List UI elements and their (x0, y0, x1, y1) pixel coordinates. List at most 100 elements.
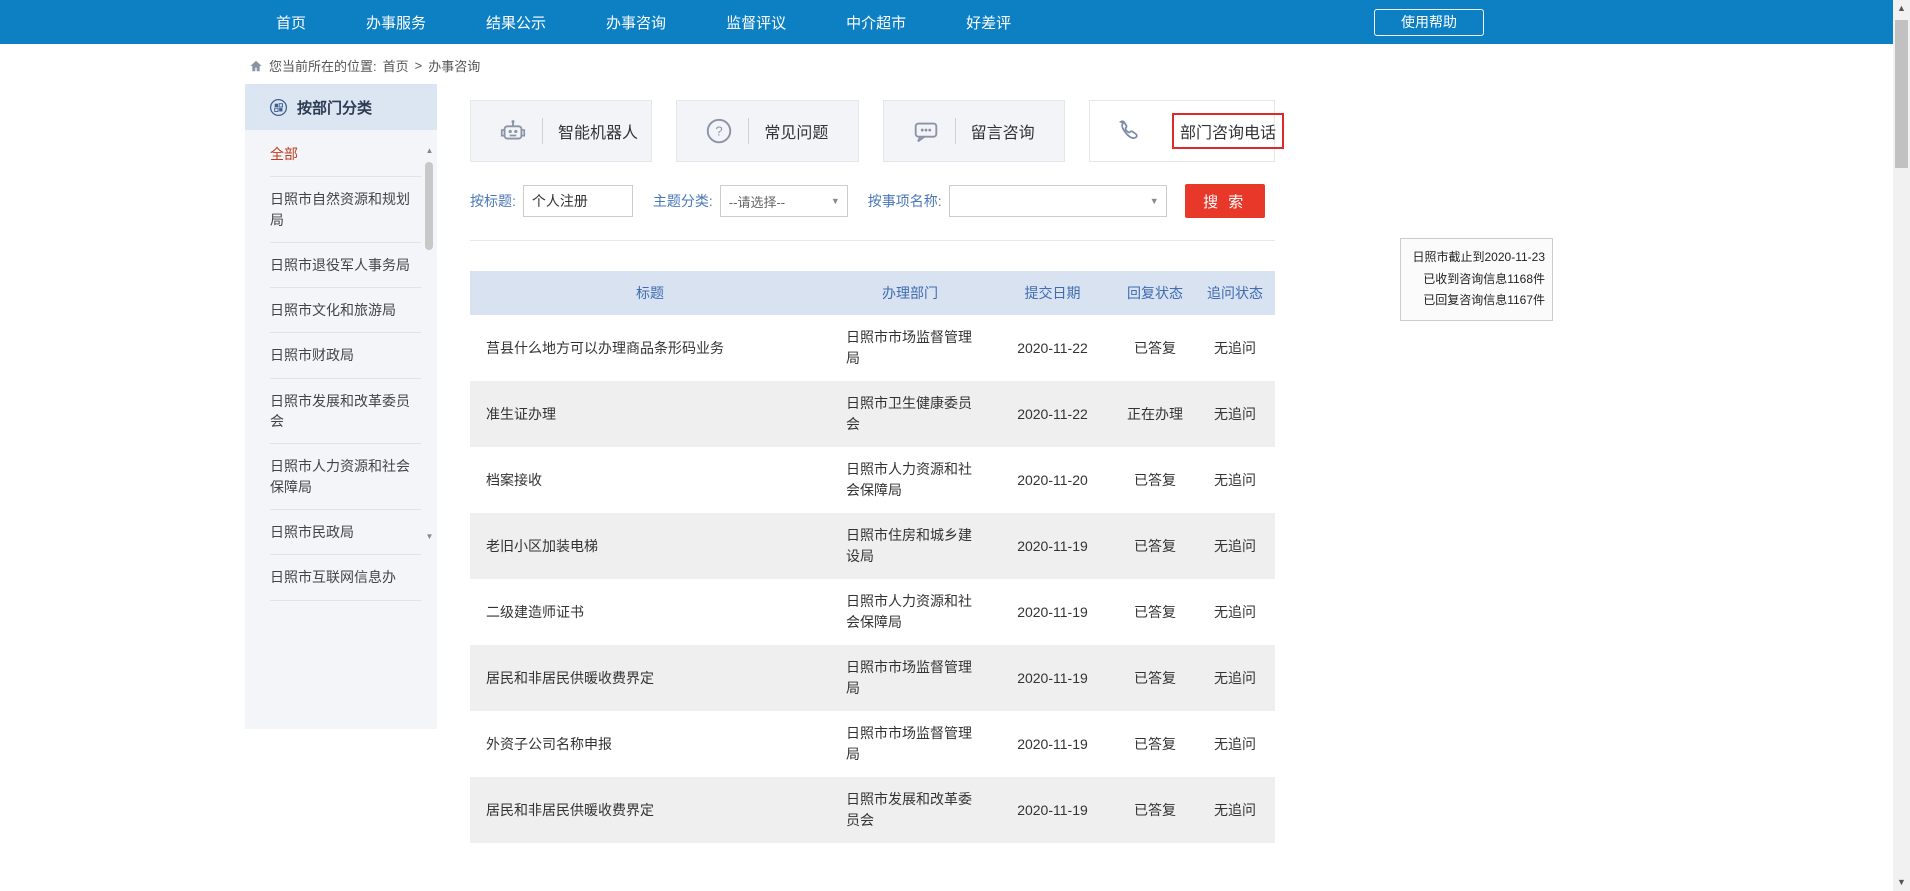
reply-status-cell: 已答复 (1115, 513, 1195, 579)
stats-line: 已收到咨询信息1168件 (1408, 269, 1545, 291)
department-cell: 日照市市场监督管理局 (830, 645, 990, 711)
title-cell[interactable]: 准生证办理 (470, 381, 830, 447)
table-row[interactable]: 外资子公司名称申报日照市市场监督管理局2020-11-19已答复无追问 (470, 711, 1275, 777)
department-cell: 日照市发展和改革委员会 (830, 777, 990, 843)
sidebar-scrollbar: ▲ ▼ (424, 146, 435, 542)
nav-item[interactable]: 监督评议 (726, 12, 786, 33)
table-row[interactable]: 准生证办理日照市卫生健康委员会2020-11-22正在办理无追问 (470, 381, 1275, 447)
column-header: 回复状态 (1115, 271, 1195, 315)
item-name-select[interactable]: ▼ (949, 185, 1167, 217)
title-cell[interactable]: 居民和非居民供暖收费界定 (470, 645, 830, 711)
reply-status-cell: 已答复 (1115, 447, 1195, 513)
reply-status-cell: 正在办理 (1115, 381, 1195, 447)
nav-items: 首页 办事服务 结果公示 办事咨询 监督评议 中介超市 好差评 (276, 12, 1071, 33)
topic-select-value: --请选择-- (729, 192, 785, 211)
column-header: 追问状态 (1195, 271, 1275, 315)
sidebar-item[interactable]: 全部 (270, 132, 421, 177)
table-row[interactable]: 二级建造师证书日照市人力资源和社会保障局2020-11-19已答复无追问 (470, 579, 1275, 645)
department-cell: 日照市人力资源和社会保障局 (830, 579, 990, 645)
date-cell: 2020-11-22 (990, 315, 1115, 381)
sidebar-item[interactable]: 日照市发展和改革委员会 (270, 379, 421, 445)
reply-status-cell: 已答复 (1115, 645, 1195, 711)
sidebar-header: 按部门分类 (245, 84, 437, 130)
table-row[interactable]: 莒县什么地方可以办理商品条形码业务日照市市场监督管理局2020-11-22已答复… (470, 315, 1275, 381)
sidebar-item[interactable]: 日照市互联网信息办 (270, 555, 421, 600)
tab-department-phone[interactable]: 部门咨询电话 (1089, 100, 1275, 162)
chevron-down-icon: ▼ (1143, 196, 1166, 206)
topic-category-label: 主题分类: (653, 191, 713, 211)
page-scroll-thumb[interactable] (1895, 20, 1908, 168)
breadcrumb-separator: > (415, 58, 423, 73)
sidebar-list: 全部日照市自然资源和规划局日照市退役军人事务局日照市文化和旅游局日照市财政局日照… (245, 130, 437, 601)
title-cell[interactable]: 二级建造师证书 (470, 579, 830, 645)
sidebar-scroll-thumb[interactable] (425, 162, 433, 250)
column-header: 提交日期 (990, 271, 1115, 315)
followup-status-cell: 无追问 (1195, 711, 1275, 777)
breadcrumb-current: 办事咨询 (428, 56, 480, 75)
consult-tabs: 智能机器人 ? 常见问题 (470, 100, 1275, 162)
nav-item[interactable]: 结果公示 (486, 12, 546, 33)
sidebar-item[interactable]: 日照市财政局 (270, 333, 421, 378)
nav-item[interactable]: 首页 (276, 12, 306, 33)
message-icon (910, 115, 942, 147)
tab-smart-robot[interactable]: 智能机器人 (470, 100, 652, 162)
reply-status-cell: 已答复 (1115, 777, 1195, 843)
sidebar-title: 按部门分类 (297, 97, 372, 118)
home-icon (249, 59, 263, 73)
main-panel: 智能机器人 ? 常见问题 (470, 84, 1275, 843)
nav-item[interactable]: 中介超市 (846, 12, 906, 33)
sidebar-item[interactable]: 日照市人力资源和社会保障局 (270, 444, 421, 510)
followup-status-cell: 无追问 (1195, 447, 1275, 513)
svg-text:?: ? (716, 124, 723, 139)
scroll-down-icon[interactable]: ▼ (1893, 874, 1910, 891)
title-cell[interactable]: 档案接收 (470, 447, 830, 513)
date-cell: 2020-11-19 (990, 513, 1115, 579)
breadcrumb-prefix: 您当前所在的位置: (269, 56, 377, 75)
nav-item[interactable]: 好差评 (966, 12, 1011, 33)
table-row[interactable]: 居民和非居民供暖收费界定日照市发展和改革委员会2020-11-19已答复无追问 (470, 777, 1275, 843)
table-row[interactable]: 档案接收日照市人力资源和社会保障局2020-11-20已答复无追问 (470, 447, 1275, 513)
department-cell: 日照市市场监督管理局 (830, 315, 990, 381)
title-cell[interactable]: 老旧小区加装电梯 (470, 513, 830, 579)
table-row[interactable]: 老旧小区加装电梯日照市住房和城乡建设局2020-11-19已答复无追问 (470, 513, 1275, 579)
topic-select[interactable]: --请选择-- ▼ (720, 185, 848, 217)
date-cell: 2020-11-19 (990, 711, 1115, 777)
scroll-up-icon[interactable]: ▲ (424, 146, 435, 156)
tab-label: 常见问题 (764, 119, 828, 143)
stats-line: 日照市截止到2020-11-23 (1408, 247, 1545, 269)
department-cell: 日照市市场监督管理局 (830, 711, 990, 777)
breadcrumb-home-link[interactable]: 首页 (383, 56, 409, 75)
top-navbar: 首页 办事服务 结果公示 办事咨询 监督评议 中介超市 好差评 使用帮助 (0, 0, 1910, 44)
department-sidebar: 按部门分类 全部日照市自然资源和规划局日照市退役军人事务局日照市文化和旅游局日照… (245, 84, 437, 729)
date-cell: 2020-11-20 (990, 447, 1115, 513)
table-row[interactable]: 居民和非居民供暖收费界定日照市市场监督管理局2020-11-19已答复无追问 (470, 645, 1275, 711)
reply-status-cell: 已答复 (1115, 711, 1195, 777)
date-cell: 2020-11-19 (990, 579, 1115, 645)
search-button[interactable]: 搜 索 (1185, 184, 1265, 218)
item-name-label: 按事项名称: (868, 191, 942, 211)
sidebar-item[interactable]: 日照市文化和旅游局 (270, 288, 421, 333)
sidebar-item[interactable]: 日照市退役军人事务局 (270, 243, 421, 288)
followup-status-cell: 无追问 (1195, 645, 1275, 711)
followup-status-cell: 无追问 (1195, 579, 1275, 645)
sidebar-item[interactable]: 日照市民政局 (270, 510, 421, 555)
title-search-input[interactable] (523, 185, 633, 217)
title-cell[interactable]: 莒县什么地方可以办理商品条形码业务 (470, 315, 830, 381)
scroll-down-icon[interactable]: ▼ (424, 532, 435, 542)
nav-item[interactable]: 办事服务 (366, 12, 426, 33)
tab-faq[interactable]: ? 常见问题 (676, 100, 858, 162)
scroll-up-icon[interactable]: ▲ (1893, 0, 1910, 17)
title-cell[interactable]: 外资子公司名称申报 (470, 711, 830, 777)
nav-item[interactable]: 办事咨询 (606, 12, 666, 33)
page-scrollbar: ▲ ▼ (1893, 0, 1910, 891)
divider (542, 118, 543, 144)
sidebar-item[interactable]: 日照市自然资源和规划局 (270, 177, 421, 243)
reply-status-cell: 已答复 (1115, 315, 1195, 381)
department-cell: 日照市住房和城乡建设局 (830, 513, 990, 579)
followup-status-cell: 无追问 (1195, 315, 1275, 381)
followup-status-cell: 无追问 (1195, 513, 1275, 579)
tab-message-consult[interactable]: 留言咨询 (883, 100, 1065, 162)
title-cell[interactable]: 居民和非居民供暖收费界定 (470, 777, 830, 843)
department-cell: 日照市卫生健康委员会 (830, 381, 990, 447)
help-button[interactable]: 使用帮助 (1374, 9, 1484, 36)
